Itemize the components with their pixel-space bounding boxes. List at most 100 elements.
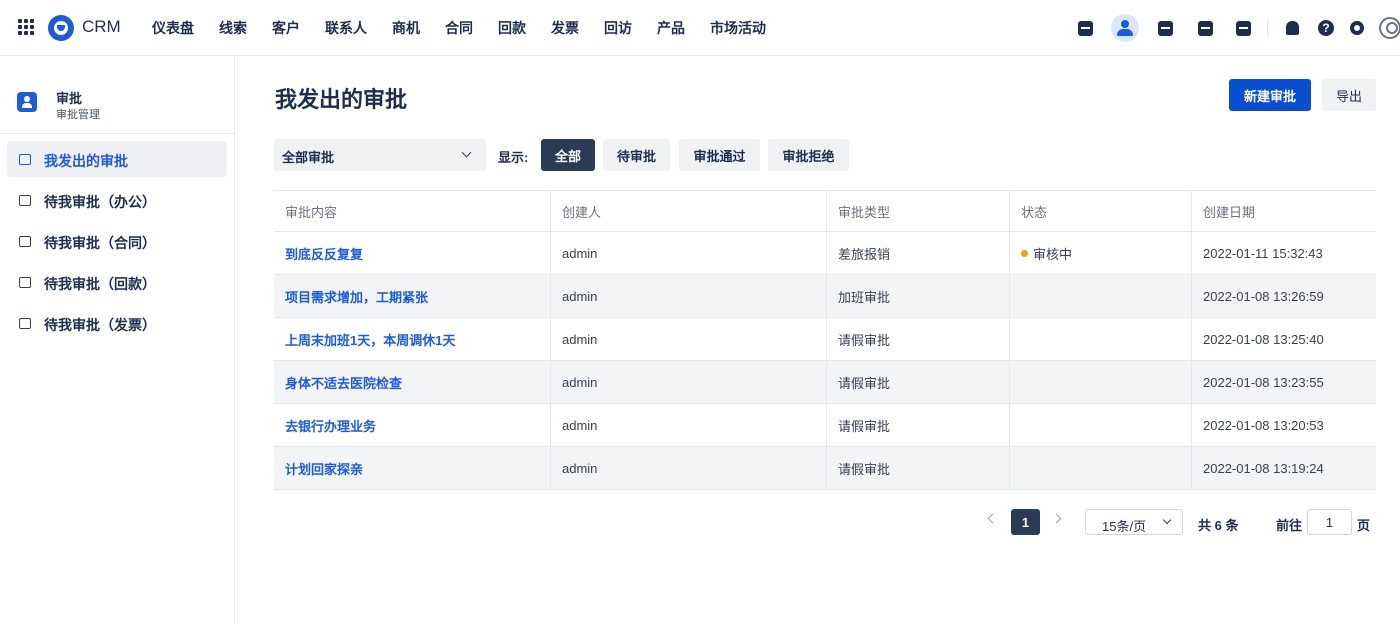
total-count: 共 6 条 [1198, 518, 1239, 533]
sidebar-item-pending-office[interactable]: 待我审批（办公） [7, 182, 227, 218]
creator-cell: admin [551, 404, 827, 446]
sidebar-item-label: 待我审批（合同） [44, 235, 156, 251]
sidebar-item-pending-payment[interactable]: 待我审批（回款） [7, 264, 227, 300]
sidebar-item-label: 待我审批（发票） [44, 317, 156, 333]
status-cell [1010, 404, 1192, 446]
filter-pending-button[interactable]: 待审批 [603, 139, 670, 171]
nav-item-invoices[interactable]: 发票 [551, 18, 579, 38]
page-title: 我发出的审批 [275, 87, 408, 112]
page-number-button[interactable]: 1 [1011, 509, 1040, 535]
type-cell: 请假审批 [827, 318, 1010, 360]
nav-item-payments[interactable]: 回款 [498, 18, 526, 38]
settings-icon[interactable] [1343, 14, 1371, 42]
payment-icon [19, 277, 31, 288]
page-size-value: 15条/页 [1102, 519, 1147, 534]
show-label: 显示: [498, 150, 529, 165]
filter-approved-button[interactable]: 审批通过 [679, 139, 760, 171]
approval-content-link[interactable]: 计划回家探亲 [274, 447, 551, 489]
table-header-row: 审批内容 创建人 审批类型 状态 创建日期 [274, 191, 1376, 232]
table-row[interactable]: 身体不适去医院检查 admin 请假审批 2022-01-08 13:23:55 [274, 361, 1376, 404]
approval-content-link[interactable]: 项目需求增加，工期紧张 [274, 275, 551, 317]
apps-grid-icon[interactable] [18, 19, 36, 37]
goto-page-input[interactable] [1307, 509, 1352, 535]
date-cell: 2022-01-08 13:20:53 [1203, 417, 1324, 433]
date-cell: 2022-01-08 13:19:24 [1203, 460, 1324, 476]
approval-content-link[interactable]: 到底反反复复 [274, 232, 551, 274]
status-badge: 审核中 [1033, 246, 1073, 262]
type-cell: 请假审批 [827, 361, 1010, 403]
column-header: 创建人 [551, 191, 827, 231]
filter-rejected-button[interactable]: 审批拒绝 [768, 139, 849, 171]
nav-item-customers[interactable]: 客户 [272, 18, 300, 38]
user-icon[interactable] [1111, 14, 1139, 42]
sidebar-item-pending-invoice[interactable]: 待我审批（发票） [7, 305, 227, 341]
export-button[interactable]: 导出 [1322, 79, 1376, 111]
avatar-icon[interactable] [1376, 14, 1400, 42]
approval-content-link[interactable]: 去银行办理业务 [274, 404, 551, 446]
help-icon[interactable]: ? [1312, 14, 1340, 42]
approval-scope-select[interactable]: 全部审批 [274, 139, 486, 171]
page-unit-label: 页 [1357, 518, 1371, 533]
table-row[interactable]: 去银行办理业务 admin 请假审批 2022-01-08 13:20:53 [274, 404, 1376, 447]
chevron-right-icon[interactable] [1051, 513, 1062, 524]
new-approval-button[interactable]: 新建审批 [1229, 79, 1311, 111]
creator-cell: admin [551, 447, 827, 489]
nav-item-marketing[interactable]: 市场活动 [710, 18, 766, 38]
crm-logo-icon[interactable] [48, 15, 74, 41]
table-row[interactable]: 到底反反复复 admin 差旅报销 审核中 2022-01-11 15:32:4… [274, 232, 1376, 275]
sidebar-item-pending-contract[interactable]: 待我审批（合同） [7, 223, 227, 259]
nav-item-products[interactable]: 产品 [657, 18, 685, 38]
table-row[interactable]: 上周末加班1天，本周调休1天 admin 请假审批 2022-01-08 13:… [274, 318, 1376, 361]
sidebar-item-my-submitted[interactable]: 我发出的审批 [7, 141, 227, 177]
sidebar-item-label: 待我审批（回款） [44, 276, 156, 292]
main-nav: 仪表盘 线索 客户 联系人 商机 合同 回款 发票 回访 产品 市场活动 [152, 0, 791, 56]
creator-cell: admin [551, 318, 827, 360]
select-value: 全部审批 [282, 150, 335, 165]
calendar-check-icon[interactable] [1071, 14, 1099, 42]
nav-item-contacts[interactable]: 联系人 [325, 18, 367, 38]
toolbar-divider [1267, 20, 1268, 36]
status-cell [1010, 275, 1192, 317]
invoice-icon [19, 318, 31, 329]
sidebar-item-label: 待我审批（办公） [44, 194, 156, 210]
status-dot-icon [1021, 249, 1028, 257]
date-cell: 2022-01-11 15:32:43 [1203, 245, 1323, 261]
sidebar-item-label: 我发出的审批 [44, 153, 128, 169]
date-cell: 2022-01-08 13:23:55 [1203, 374, 1324, 390]
column-header: 状态 [1010, 191, 1192, 231]
brand-name[interactable]: CRM [82, 17, 121, 37]
nav-item-contracts[interactable]: 合同 [445, 18, 473, 38]
table-row[interactable]: 计划回家探亲 admin 请假审批 2022-01-08 13:19:24 [274, 447, 1376, 490]
approval-content-link[interactable]: 上周末加班1天，本周调休1天 [274, 318, 551, 360]
type-cell: 差旅报销 [827, 232, 1010, 274]
phone-icon[interactable] [1191, 14, 1219, 42]
table-row[interactable]: 项目需求增加，工期紧张 admin 加班审批 2022-01-08 13:26:… [274, 275, 1376, 318]
approval-content-link[interactable]: 身体不适去医院检查 [274, 361, 551, 403]
date-cell: 2022-01-08 13:26:59 [1203, 288, 1324, 304]
nav-item-leads[interactable]: 线索 [219, 18, 247, 38]
status-cell: 审核中 [1010, 232, 1192, 274]
approval-module-icon [17, 92, 37, 112]
filter-all-button[interactable]: 全部 [541, 139, 595, 171]
sidebar-title: 审批 [56, 91, 83, 106]
chevron-left-icon[interactable] [987, 513, 998, 524]
column-header: 审批类型 [827, 191, 1010, 231]
nav-item-dashboard[interactable]: 仪表盘 [152, 18, 194, 38]
chevron-down-icon [1162, 515, 1172, 525]
page-size-select[interactable]: 15条/页 [1085, 509, 1183, 535]
bell-icon[interactable] [1278, 14, 1306, 42]
top-nav-bar: CRM 仪表盘 线索 客户 联系人 商机 合同 回款 发票 回访 产品 市场活动… [0, 0, 1400, 56]
document-icon[interactable] [1151, 14, 1179, 42]
type-cell: 请假审批 [827, 404, 1010, 446]
creator-cell: admin [551, 275, 827, 317]
sidebar-subtitle: 审批管理 [56, 109, 100, 121]
contract-icon [19, 236, 31, 247]
calendar-icon[interactable] [1229, 14, 1257, 42]
goto-label: 前往 [1276, 518, 1303, 533]
type-cell: 请假审批 [827, 447, 1010, 489]
nav-item-visits[interactable]: 回访 [604, 18, 632, 38]
status-cell [1010, 447, 1192, 489]
column-header: 审批内容 [274, 191, 551, 231]
status-cell [1010, 361, 1192, 403]
nav-item-opportunities[interactable]: 商机 [392, 18, 420, 38]
